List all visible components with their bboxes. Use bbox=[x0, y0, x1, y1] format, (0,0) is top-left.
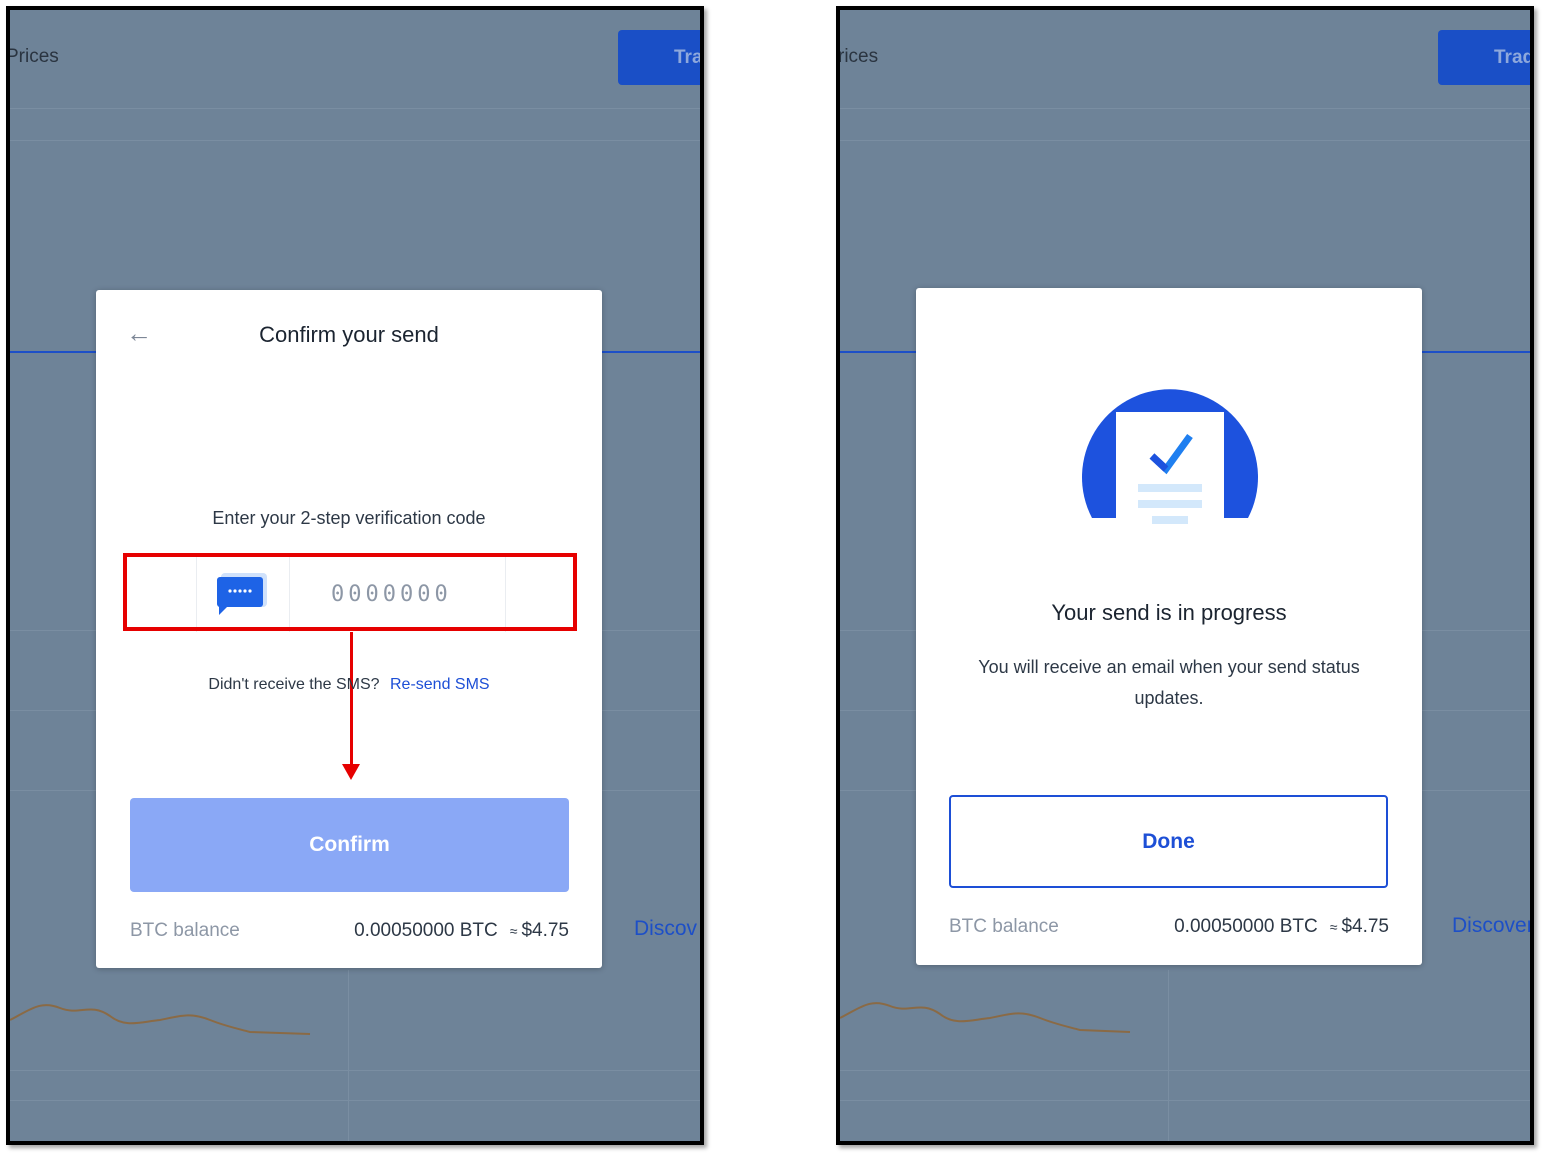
bg-divider bbox=[840, 1070, 1530, 1071]
discover-link[interactable]: Discover bbox=[1452, 914, 1530, 938]
confirm-button[interactable]: Confirm bbox=[130, 798, 569, 892]
bg-divider bbox=[1168, 970, 1169, 1141]
annotation-arrow-head bbox=[342, 764, 360, 780]
bg-divider bbox=[10, 1100, 700, 1101]
balance-label: BTC balance bbox=[949, 916, 1059, 937]
chart-line bbox=[10, 351, 100, 353]
progress-message: You will receive an email when your send… bbox=[978, 657, 1360, 708]
modal-title: Your send is in progress bbox=[1051, 600, 1287, 625]
chart-line bbox=[1422, 351, 1530, 353]
resend-sms-link[interactable]: Re-send SMS bbox=[390, 676, 490, 693]
send-progress-modal: Your send is in progress You will receiv… bbox=[916, 288, 1422, 965]
verification-prompt: Enter your 2-step verification code bbox=[212, 508, 486, 528]
discover-link[interactable]: Discov bbox=[634, 917, 697, 941]
bg-divider bbox=[840, 1100, 1530, 1101]
balance-label: BTC balance bbox=[130, 920, 240, 941]
resend-row: Didn't receive the SMS? Re-send SMS bbox=[96, 676, 602, 694]
sparkline-chart bbox=[10, 1004, 311, 1035]
chart-line bbox=[602, 351, 700, 353]
document-check-icon bbox=[1082, 389, 1258, 544]
left-screenshot-panel: Prices Tra Discov ← Confirm your send En… bbox=[6, 6, 704, 1145]
bg-divider bbox=[840, 140, 1530, 141]
trade-button[interactable]: Trade bbox=[1438, 30, 1530, 85]
trade-button[interactable]: Tra bbox=[618, 30, 700, 85]
approx-symbol: ≈ bbox=[509, 923, 518, 939]
balance-usd: $4.75 bbox=[521, 920, 569, 941]
bg-divider bbox=[10, 108, 700, 109]
balance-value: 0.00050000 BTC ≈ $4.75 bbox=[1174, 916, 1389, 938]
confirm-send-modal: ← Confirm your send Enter your 2-step ve… bbox=[96, 290, 602, 968]
sparkline-chart bbox=[840, 1002, 1131, 1033]
chart-line bbox=[840, 351, 920, 353]
highlight-box bbox=[123, 553, 577, 631]
balance-btc: 0.00050000 BTC bbox=[354, 920, 498, 941]
approx-symbol: ≈ bbox=[1329, 919, 1338, 935]
bg-divider bbox=[840, 108, 1530, 109]
modal-title: Confirm your send bbox=[259, 322, 439, 347]
resend-question: Didn't receive the SMS? bbox=[208, 676, 380, 693]
balance-btc: 0.00050000 BTC bbox=[1174, 916, 1318, 937]
bg-divider bbox=[10, 140, 700, 141]
right-screenshot-panel: rices Trade Discover Your send is in pro… bbox=[836, 6, 1534, 1145]
annotation-arrow bbox=[350, 632, 353, 766]
bg-divider bbox=[10, 1070, 700, 1071]
nav-prices[interactable]: rices bbox=[840, 46, 878, 68]
bg-divider bbox=[348, 970, 349, 1141]
balance-usd: $4.75 bbox=[1341, 916, 1389, 937]
balance-value: 0.00050000 BTC ≈ $4.75 bbox=[354, 920, 569, 942]
done-button[interactable]: Done bbox=[949, 795, 1388, 888]
nav-prices[interactable]: Prices bbox=[10, 46, 59, 68]
